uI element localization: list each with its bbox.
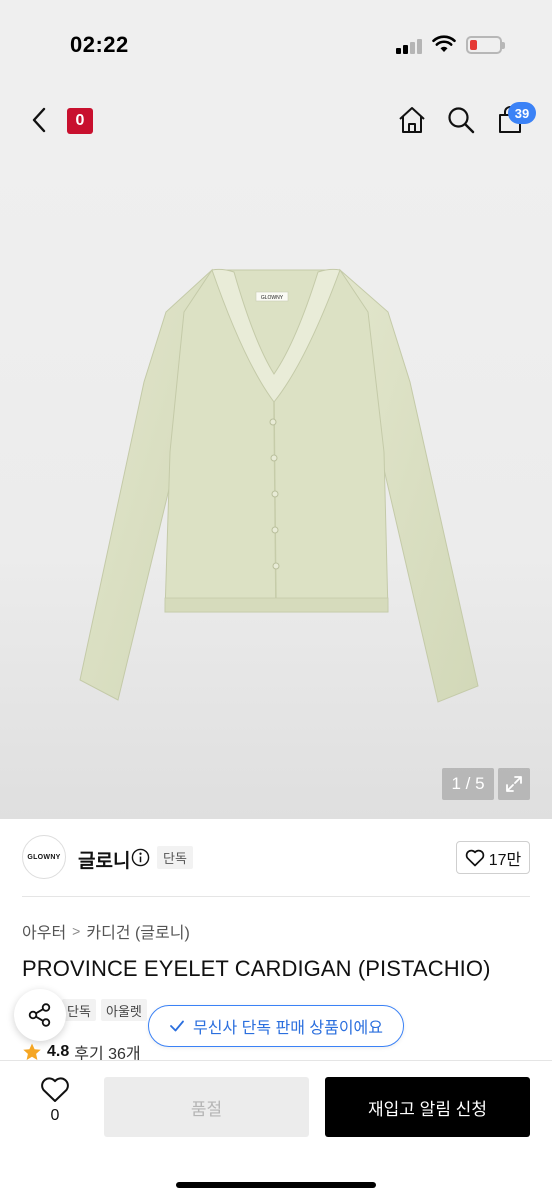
wishlist-count: 0 <box>50 1107 60 1124</box>
sold-out-button[interactable]: 품절 <box>104 1077 309 1137</box>
check-icon <box>170 1020 184 1032</box>
brand-like-count: 17만 <box>488 851 522 869</box>
product-tag-exclusive: 단독 <box>62 999 96 1021</box>
chevron-right-icon: > <box>72 923 81 939</box>
home-button[interactable] <box>394 102 430 138</box>
status-bar: 02:22 <box>0 0 552 90</box>
brand-name[interactable]: 글로니 <box>78 846 130 873</box>
exclusive-notice: 무신사 단독 판매 상품이에요 <box>148 1005 404 1047</box>
breadcrumb-item-cardigan[interactable]: 카디건 (글로니) <box>86 919 189 943</box>
rating-row[interactable]: 4.8 후기 36개 <box>22 1042 141 1062</box>
breadcrumb: 아우터 > 카디건 (글로니) <box>22 919 190 943</box>
home-indicator <box>176 1182 376 1188</box>
share-icon <box>28 1003 51 1027</box>
signal-icon <box>396 38 424 54</box>
top-nav: 0 <box>0 90 552 152</box>
wifi-icon <box>432 35 456 52</box>
product-tag-outlet: 아울렛 <box>101 999 147 1021</box>
cardigan-image: GLOWNY <box>79 268 479 703</box>
expand-image-button[interactable] <box>498 768 530 800</box>
divider <box>22 896 530 897</box>
brand-row: GLOWNY 글로니 단독 17만 <box>0 819 552 897</box>
cart-count-badge: 39 <box>508 102 536 124</box>
battery-icon <box>466 36 505 54</box>
info-icon[interactable] <box>131 848 150 867</box>
product-title: PROVINCE EYELET CARDIGAN (PISTACHIO) <box>22 956 491 981</box>
chevron-left-icon <box>32 107 46 133</box>
expand-icon <box>506 776 522 792</box>
rating-value: 4.8 <box>47 1043 70 1060</box>
product-image-gallery[interactable]: GLOWNY <box>0 152 552 819</box>
restock-alert-button[interactable]: 재입고 알림 신청 <box>325 1077 530 1137</box>
exclusive-notice-text: 무신사 단독 판매 상품이에요 <box>193 1020 383 1037</box>
home-icon <box>399 107 425 133</box>
status-time: 02:22 <box>70 32 129 57</box>
brand-exclusive-tag: 단독 <box>157 846 193 869</box>
back-button[interactable] <box>22 102 58 138</box>
search-icon <box>448 107 475 134</box>
brand-logo[interactable]: GLOWNY <box>22 835 66 879</box>
share-button[interactable] <box>14 989 66 1041</box>
bottom-action-bar: 0 품절 재입고 알림 신청 <box>0 1060 552 1200</box>
review-count: 후기 36개 <box>74 1046 141 1062</box>
brand-logo-badge[interactable]: 0 <box>67 108 93 134</box>
heart-icon <box>465 849 484 866</box>
garment-label: GLOWNY <box>261 295 284 301</box>
search-button[interactable] <box>443 102 479 138</box>
image-counter: 1 / 5 <box>442 768 494 800</box>
breadcrumb-item-outer[interactable]: 아우터 <box>22 919 66 943</box>
brand-like-button[interactable]: 17만 <box>456 841 530 874</box>
star-icon <box>23 1043 41 1060</box>
wishlist-button[interactable]: 0 <box>30 1077 80 1137</box>
heart-icon <box>41 1077 69 1102</box>
